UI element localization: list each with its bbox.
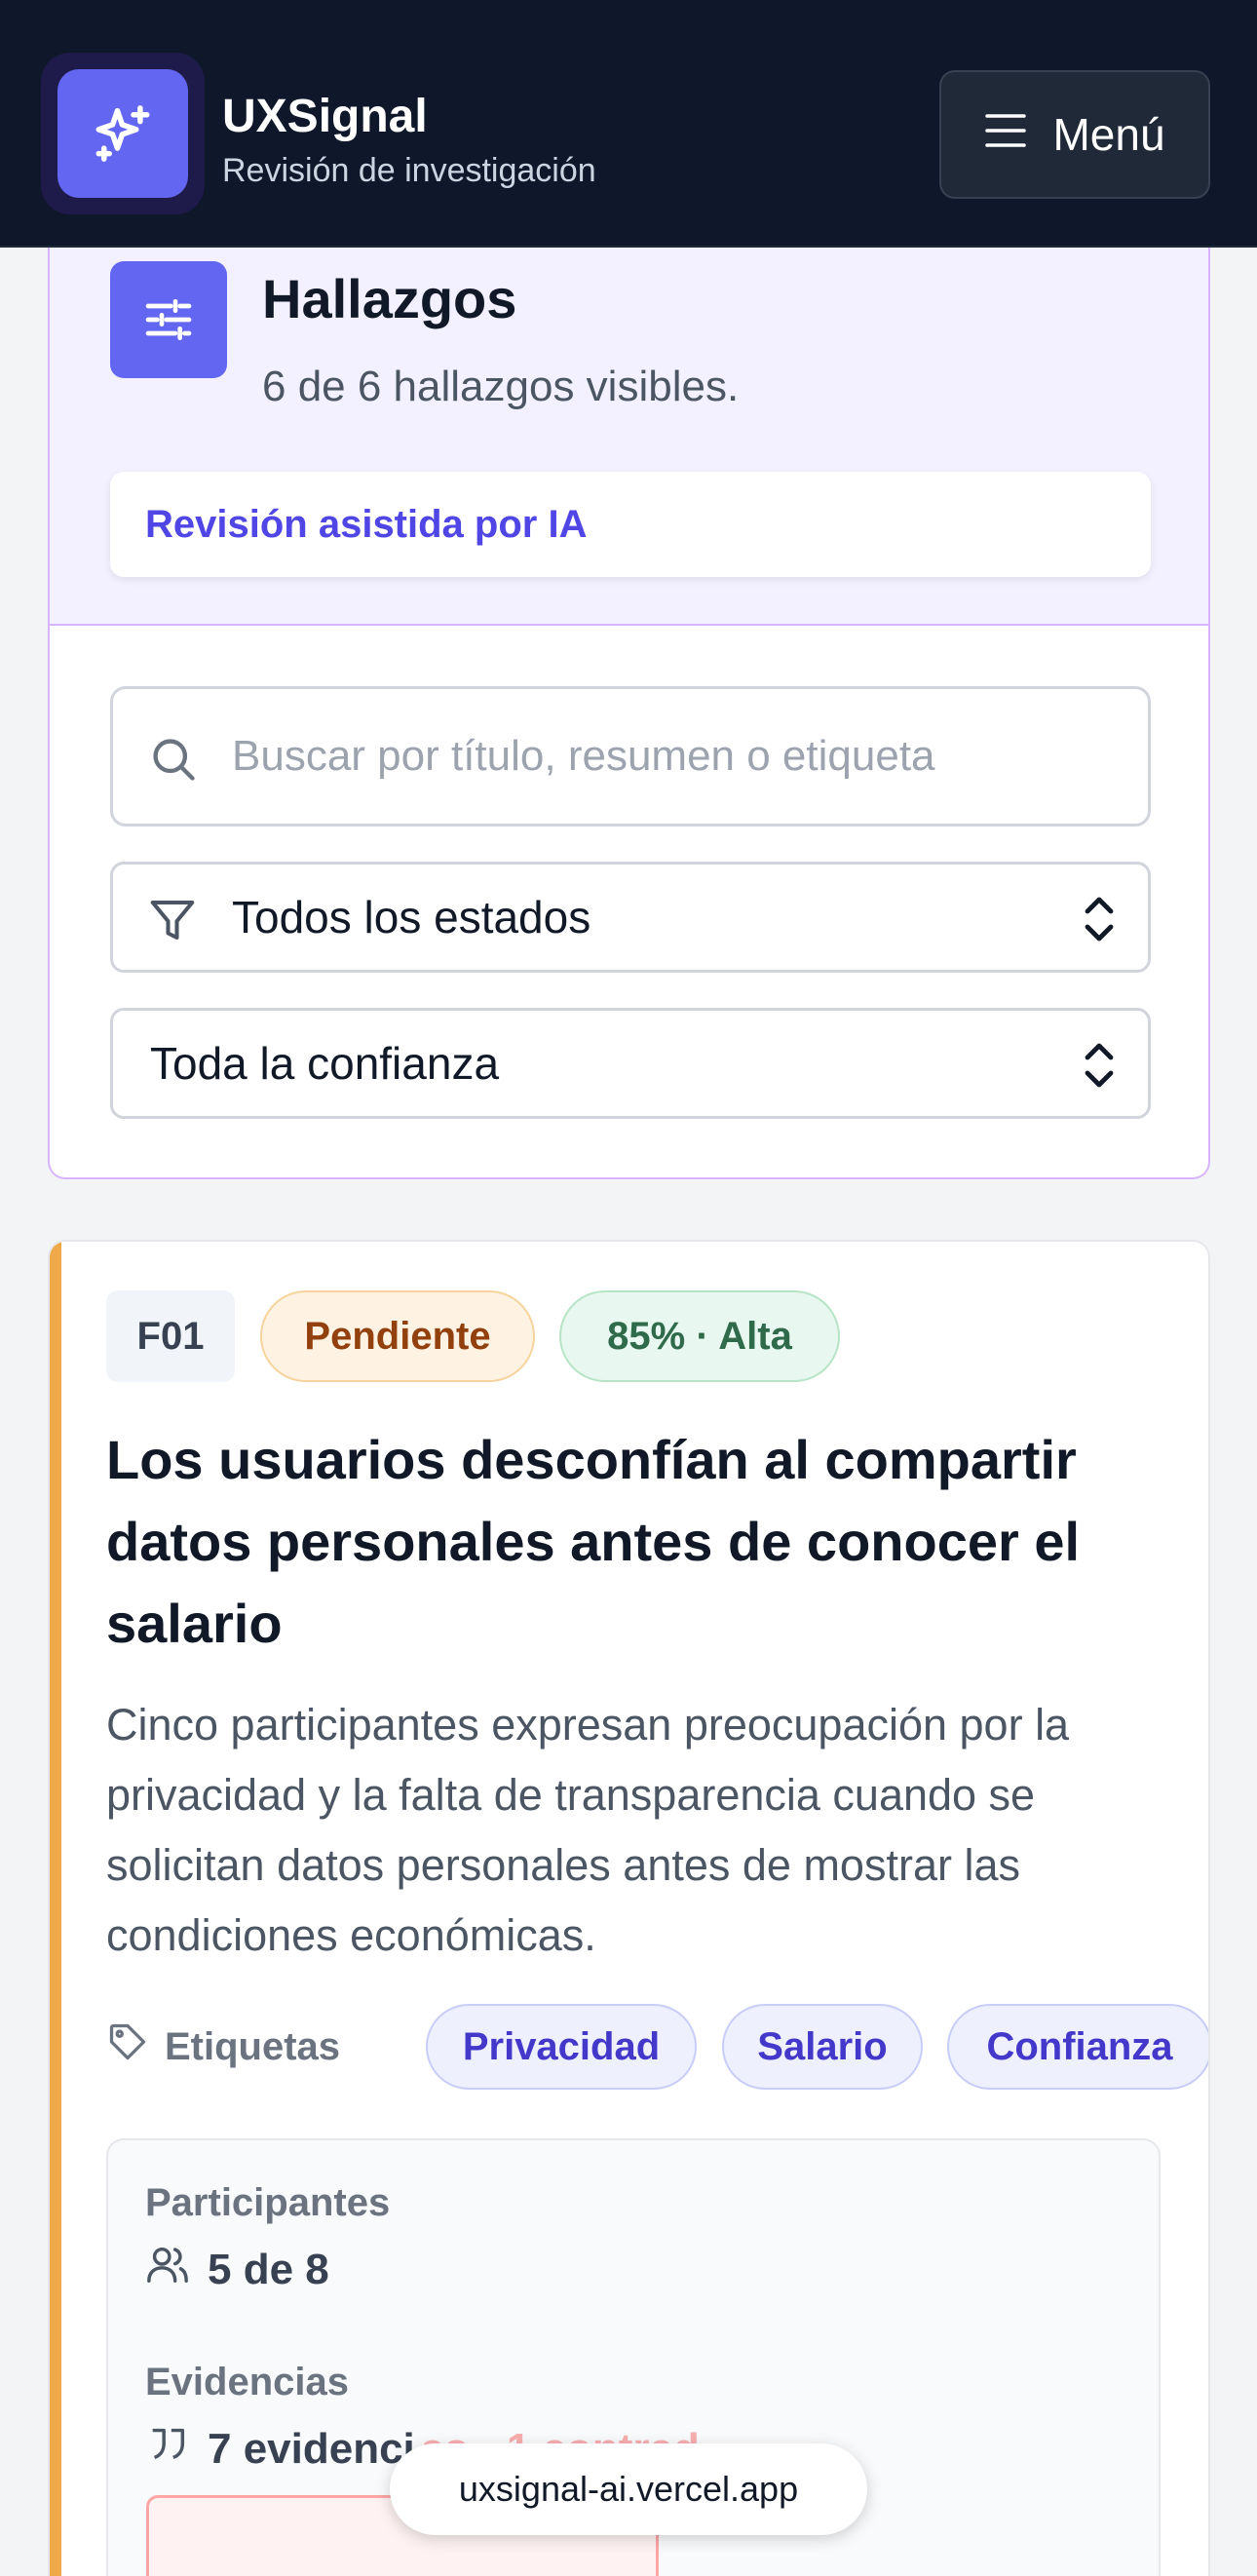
participants-count: 5 de 8 <box>208 2245 329 2293</box>
finding-title: Los usuarios desconfían al compartir dat… <box>106 1429 1081 1654</box>
hamburger-icon <box>984 108 1027 161</box>
finding-id-badge: F01 <box>106 1290 235 1382</box>
users-icon <box>145 2242 190 2297</box>
tag-chip[interactable]: Salario <box>722 2004 923 2090</box>
tag-chip[interactable]: Confianza <box>947 2004 1208 2090</box>
app-header: UXSignal Revisión de investigación Menú <box>0 0 1257 248</box>
sliders-icon <box>110 261 227 378</box>
brand-subtitle: Revisión de investigación <box>222 152 596 189</box>
filters-header: Hallazgos 6 de 6 hallazgos visibles. Rev… <box>50 195 1208 626</box>
chevron-up-down-icon <box>1080 1040 1119 1096</box>
section-title: Hallazgos <box>262 268 517 329</box>
filter-icon <box>146 894 199 951</box>
participants-label: Participantes <box>145 2181 391 2224</box>
sparkles-icon <box>57 69 188 198</box>
menu-label: Menú <box>1052 109 1165 160</box>
finding-card[interactable]: F01 Pendiente 85% · Alta Los usuarios de… <box>48 1240 1210 2576</box>
brand-name: UXSignal <box>222 91 428 142</box>
menu-button[interactable]: Menú <box>939 70 1210 199</box>
logo-frame <box>41 53 205 214</box>
filters-panel: Hallazgos 6 de 6 hallazgos visibles. Rev… <box>48 195 1210 1179</box>
ai-review-note: Revisión asistida por IA <box>110 472 1151 577</box>
status-accent-bar <box>50 1242 61 2576</box>
tags-label-text: Etiquetas <box>165 2024 341 2068</box>
status-select-value: Todos los estados <box>232 892 591 942</box>
search-icon <box>148 734 199 789</box>
confidence-select-value: Toda la confianza <box>150 1038 500 1089</box>
finding-summary: Cinco participantes expresan preocupació… <box>106 1700 1070 1960</box>
tags-label: Etiquetas <box>106 2002 340 2092</box>
evidence-count: 7 evidenci <box>208 2424 415 2473</box>
status-select[interactable]: Todos los estados <box>110 862 1151 973</box>
search-input[interactable] <box>232 689 1128 824</box>
confidence-select[interactable]: Toda la confianza <box>110 1008 1151 1119</box>
search-field[interactable] <box>110 686 1151 827</box>
status-badge: Pendiente <box>260 1290 535 1382</box>
participants-value: 5 de 8 <box>145 2242 329 2297</box>
quote-icon <box>145 2421 190 2477</box>
findings-count: 6 de 6 hallazgos visibles. <box>262 363 740 410</box>
browser-url-pill[interactable]: uxsignal-ai.vercel.app <box>390 2443 867 2535</box>
tags-row: Etiquetas Privacidad Salario Confianza <box>106 2002 1208 2092</box>
confidence-badge: 85% · Alta <box>559 1290 840 1382</box>
tag-icon <box>106 2020 149 2073</box>
tag-chip[interactable]: Privacidad <box>426 2004 697 2090</box>
evidence-label: Evidencias <box>145 2361 350 2403</box>
chevron-up-down-icon <box>1080 894 1119 949</box>
